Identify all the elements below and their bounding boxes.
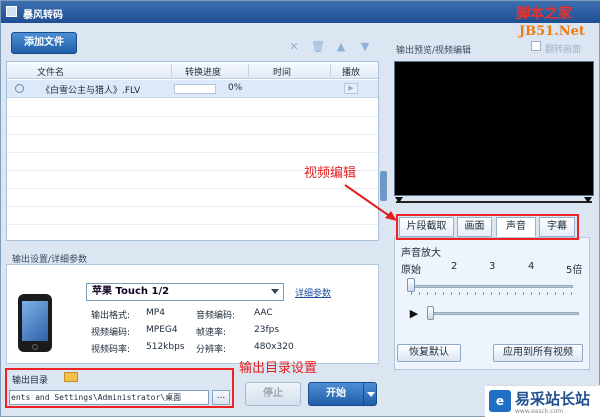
col-time[interactable]: 时间 <box>273 65 291 78</box>
video-preview <box>394 61 594 196</box>
param-res-label: 分辨率: <box>196 345 227 355</box>
param-vbitrate-label: 视频码率: <box>91 345 131 355</box>
device-select-value: 苹果 Touch 1/2 <box>92 286 170 297</box>
window-title: 暴风转码 <box>23 10 63 21</box>
browse-button[interactable]: ... <box>212 390 230 405</box>
output-panel <box>6 264 379 364</box>
app-window: 暴风转码 脚本之家 JB51.Net 添加文件 ✕ 🗑 ▲ ▼ 文件名 转换进度… <box>0 0 600 418</box>
start-dropdown-button[interactable] <box>363 382 377 406</box>
seek-start-marker[interactable] <box>395 197 403 203</box>
audio-seek-track[interactable] <box>427 312 579 315</box>
move-down-icon[interactable]: ▼ <box>359 41 371 53</box>
output-dir-label: 输出目录 <box>12 376 49 386</box>
app-icon <box>6 6 17 17</box>
flip-label: 翻转画面 <box>545 45 582 55</box>
detail-params-link[interactable]: 详细参数 <box>295 286 331 299</box>
collapse-panel-handle[interactable] <box>380 171 387 201</box>
tab-clip[interactable]: 片段截取 <box>399 217 454 237</box>
volume-slider-ticks <box>411 292 573 295</box>
table-row[interactable]: 《白雪公主与猎人》.FLV 0% ▶ <box>7 80 378 98</box>
param-res-value: 480x320 <box>254 342 294 352</box>
progress-text: 0% <box>228 83 243 93</box>
preview-seek-track[interactable] <box>396 201 592 203</box>
volume-tick-5: 5倍 <box>566 265 583 276</box>
site-logo-icon: e <box>489 390 511 412</box>
param-format-label: 输出格式: <box>91 311 131 321</box>
chevron-down-icon <box>271 289 279 294</box>
param-fps-label: 帧速率: <box>196 328 227 338</box>
tab-picture[interactable]: 画面 <box>457 217 492 237</box>
reset-default-button[interactable]: 恢复默认 <box>397 344 461 362</box>
file-list-header: 文件名 转换进度 时间 播放 <box>7 62 378 79</box>
param-acodec-label: 音频编码: <box>196 311 236 321</box>
tab-subtitle[interactable]: 字幕 <box>539 217 575 237</box>
volume-slider-track[interactable] <box>411 285 573 288</box>
file-list: 文件名 转换进度 时间 播放 《白雪公主与猎人》.FLV 0% ▶ <box>6 61 379 241</box>
volume-tick-4: 4 <box>528 261 535 272</box>
param-vcodec-value: MPEG4 <box>146 325 178 335</box>
play-icon[interactable]: ▶ <box>344 83 358 94</box>
site-logo: e 易采站长站 www.easck.com <box>485 385 600 418</box>
file-name: 《白雪公主与猎人》.FLV <box>41 86 141 96</box>
output-dir-input[interactable]: ents and Settings\Administrator\桌面 <box>9 390 209 405</box>
device-phone-icon <box>18 294 52 352</box>
flip-checkbox[interactable] <box>531 41 541 51</box>
param-format-value: MP4 <box>146 308 165 318</box>
volume-tick-2: 2 <box>451 261 458 272</box>
param-acodec-value: AAC <box>254 308 273 318</box>
clock-icon <box>15 84 24 93</box>
audio-play-icon[interactable]: ▶ <box>404 306 424 322</box>
title-bar: 暴风转码 <box>1 1 600 23</box>
folder-icon[interactable] <box>64 372 78 382</box>
audio-seek-knob[interactable] <box>427 306 434 320</box>
delete-icon[interactable]: 🗑 <box>311 41 325 53</box>
volume-tick-original: 原始 <box>401 265 421 276</box>
volume-label: 声音放大 <box>401 248 441 259</box>
volume-slider-knob[interactable] <box>407 278 415 292</box>
close-icon[interactable]: ✕ <box>288 41 300 53</box>
seek-end-marker[interactable] <box>584 197 592 203</box>
watermark-jb: JB51.Net <box>519 24 585 39</box>
tab-audio[interactable]: 声音 <box>496 217 536 237</box>
annotation-arrow <box>344 184 397 221</box>
param-vcodec-label: 视频编码: <box>91 328 131 338</box>
annotation-output-dir: 输出目录设置 <box>239 361 318 376</box>
col-progress[interactable]: 转换进度 <box>185 65 221 78</box>
device-select[interactable]: 苹果 Touch 1/2 <box>86 283 284 301</box>
param-vbitrate-value: 512kbps <box>146 342 185 352</box>
watermark-top: 脚本之家 <box>516 6 572 22</box>
annotation-video-edit: 视频编辑 <box>304 166 357 181</box>
site-logo-url: www.easck.com <box>515 408 564 415</box>
col-play[interactable]: 播放 <box>342 65 360 78</box>
move-up-icon[interactable]: ▲ <box>335 41 347 53</box>
volume-tick-3: 3 <box>489 261 496 272</box>
param-fps-value: 23fps <box>254 325 280 335</box>
add-file-button[interactable]: 添加文件 <box>11 32 77 54</box>
preview-title: 输出预览/视频编辑 <box>396 46 472 56</box>
start-button[interactable]: 开始 <box>308 382 364 406</box>
stop-button[interactable]: 停止 <box>245 382 301 406</box>
progress-bar <box>174 84 216 94</box>
apply-all-button[interactable]: 应用到所有视频 <box>493 344 583 362</box>
col-filename[interactable]: 文件名 <box>37 65 64 78</box>
site-logo-name: 易采站长站 <box>515 390 591 408</box>
